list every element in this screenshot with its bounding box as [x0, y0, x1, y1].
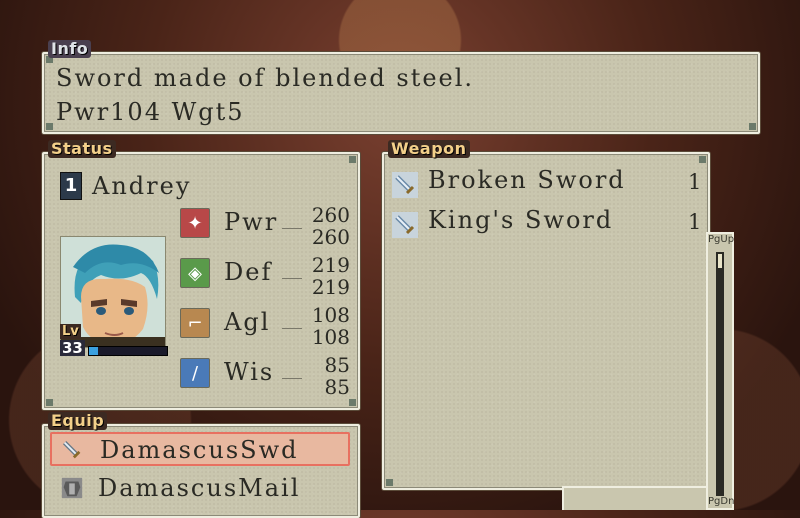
stat-current: 85 [324, 353, 350, 377]
equip-name: DamascusSwd [100, 436, 299, 464]
info-description: Sword made of blended steel. [56, 64, 475, 92]
stat-row-pwr: ✦ Pwr 260 260 [180, 204, 350, 250]
sword-icon [392, 172, 418, 198]
weapon-qty: 1 [688, 210, 702, 234]
panel-corner [46, 399, 53, 406]
stat-max: 85 [324, 375, 350, 399]
sword-icon [62, 440, 81, 459]
boot-icon: ⌐ [180, 308, 210, 338]
stat-label: Pwr [224, 208, 279, 236]
list-item[interactable]: Broken Sword 1 [392, 166, 701, 202]
party-slot-badge: 1 [60, 172, 82, 200]
panel-corner [46, 123, 53, 130]
level-label: Lv [60, 324, 81, 339]
level-value: 33 [60, 339, 85, 357]
weapon-name: Broken Sword [428, 166, 626, 194]
list-item[interactable]: King's Sword 1 [392, 206, 701, 242]
character-name: Andrey [92, 172, 192, 200]
page-down-label[interactable]: PgDn [708, 496, 734, 507]
list-item[interactable]: DamascusMail [50, 472, 350, 506]
panel-corner [749, 123, 756, 130]
stat-current: 108 [311, 303, 350, 327]
fist-icon: ✦ [180, 208, 210, 238]
panel-notch [562, 486, 708, 510]
stat-max: 260 [311, 225, 350, 249]
page-up-label[interactable]: PgUp [708, 234, 734, 245]
scroll-track [716, 252, 724, 496]
weapon-name: King's Sword [428, 206, 614, 234]
panel-corner [349, 399, 356, 406]
stat-max: 219 [311, 275, 350, 299]
stat-current: 260 [311, 203, 350, 227]
panel-corner [699, 156, 706, 163]
exp-bar [88, 346, 168, 356]
armor-icon [61, 477, 83, 499]
shield-icon: ◈ [180, 258, 210, 288]
sword-icon [392, 212, 418, 238]
info-panel: Sword made of blended steel. Pwr104 Wgt5 [42, 52, 760, 134]
status-panel: 1 Andrey Lv 33 ✦ Pwr 260 260 ◈ Def 219 2… [42, 152, 360, 410]
stat-row-wis: / Wis 85 85 [180, 354, 350, 400]
list-item[interactable]: DamascusSwd [50, 432, 350, 466]
exp-bar-fill [89, 347, 99, 355]
panel-corner [386, 479, 393, 486]
info-stats: Pwr104 Wgt5 [56, 98, 245, 126]
weapon-qty: 1 [688, 170, 702, 194]
info-tag: Info [48, 40, 92, 58]
scroll-thumb[interactable] [718, 254, 722, 268]
stat-row-def: ◈ Def 219 219 [180, 254, 350, 300]
stat-label: Wis [224, 358, 275, 386]
scrollbar[interactable]: PgUp PgDn [706, 232, 734, 510]
stat-label: Def [224, 258, 273, 286]
equip-tag: Equip [48, 412, 108, 430]
weapon-tag: Weapon [388, 140, 470, 158]
stat-label: Agl [224, 308, 271, 336]
status-tag: Status [48, 140, 116, 158]
weapon-panel: Broken Sword 1 King's Sword 1 [382, 152, 710, 490]
panel-corner [349, 156, 356, 163]
equip-name: DamascusMail [98, 474, 301, 502]
staff-icon: / [180, 358, 210, 388]
stat-row-agl: ⌐ Agl 108 108 [180, 304, 350, 350]
equip-panel: DamascusSwd DamascusMail [42, 424, 360, 518]
stat-max: 108 [311, 325, 350, 349]
stat-current: 219 [311, 253, 350, 277]
